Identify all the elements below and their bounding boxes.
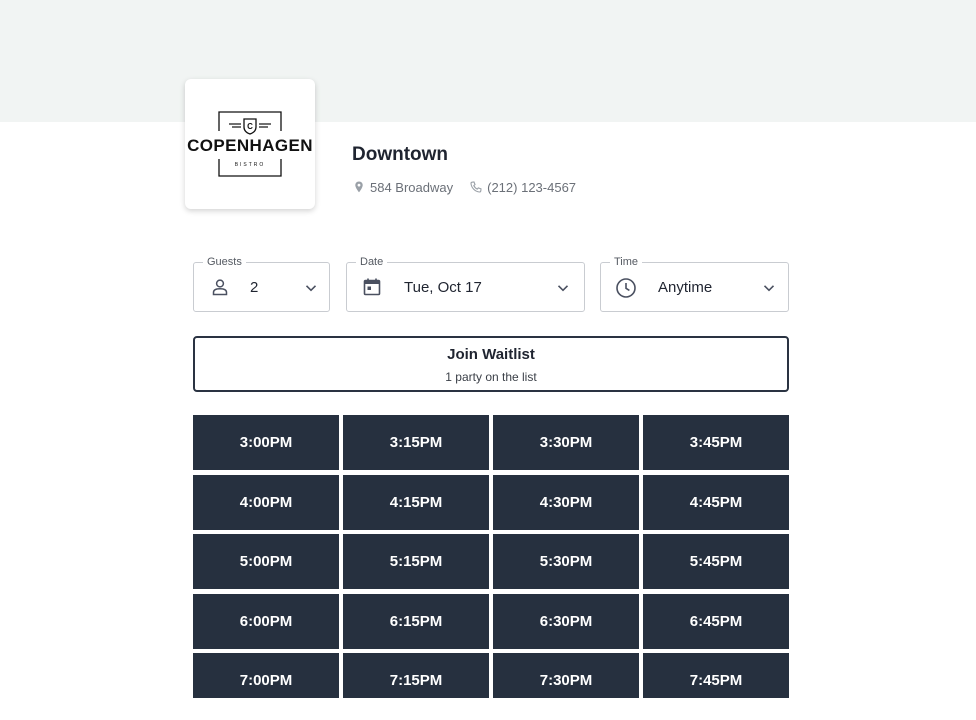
time-slot-button[interactable]: 7:45PM <box>643 653 789 698</box>
guests-select[interactable]: Guests 2 <box>193 255 330 312</box>
time-slot-button[interactable]: 4:00PM <box>193 474 339 530</box>
chevron-down-icon <box>763 285 775 292</box>
calendar-icon <box>363 278 381 296</box>
date-label: Date <box>356 255 388 269</box>
time-slot-button[interactable]: 3:00PM <box>193 415 339 470</box>
time-slot-button[interactable]: 7:30PM <box>493 653 639 698</box>
time-slot-button[interactable]: 5:15PM <box>343 534 489 589</box>
guests-label: Guests <box>203 255 246 269</box>
date-select[interactable]: Date Tue, Oct 17 <box>346 255 585 312</box>
waitlist-title: Join Waitlist <box>447 346 535 363</box>
time-slot-button[interactable]: 3:15PM <box>343 415 489 470</box>
person-icon <box>212 279 228 296</box>
location-name: Downtown <box>352 144 449 165</box>
time-slot-button[interactable]: 7:00PM <box>193 653 339 698</box>
phone-icon <box>470 181 482 193</box>
time-slot-button[interactable]: 4:30PM <box>493 474 639 530</box>
phone-text[interactable]: (212) 123-4567 <box>487 180 576 195</box>
time-slot-button[interactable]: 3:45PM <box>643 415 789 470</box>
address-text: 584 Broadway <box>370 179 454 195</box>
chevron-down-icon <box>557 285 569 292</box>
time-slot-button[interactable]: 6:30PM <box>493 593 639 649</box>
chevron-down-icon <box>305 285 317 292</box>
logo-subtitle: BISTRO <box>234 162 266 168</box>
time-slot-button[interactable]: 5:00PM <box>193 534 339 589</box>
join-waitlist-button[interactable]: Join Waitlist 1 party on the list <box>193 336 789 392</box>
date-value: Tue, Oct 17 <box>404 279 482 296</box>
map-pin-icon <box>355 181 363 193</box>
logo-wordmark: COPENHAGEN <box>185 136 315 156</box>
time-slot-button[interactable]: 6:00PM <box>193 593 339 649</box>
time-slot-button[interactable]: 5:30PM <box>493 534 639 589</box>
time-label: Time <box>610 255 643 269</box>
time-slot-button[interactable]: 7:15PM <box>343 653 489 698</box>
guests-value: 2 <box>250 279 259 296</box>
location-meta: 584 Broadway (212) 123-4567 <box>352 178 576 196</box>
header-band <box>0 0 976 122</box>
time-slot-button[interactable]: 4:15PM <box>343 474 489 530</box>
clock-icon <box>616 278 636 298</box>
logo-badge-letter: C <box>247 122 253 131</box>
restaurant-logo: C COPENHAGEN BISTRO <box>185 79 315 209</box>
time-value: Anytime <box>658 279 713 296</box>
time-slot-button[interactable]: 6:15PM <box>343 593 489 649</box>
waitlist-subtitle: 1 party on the list <box>445 370 537 384</box>
time-slot-button[interactable]: 4:45PM <box>643 474 789 530</box>
time-slot-button[interactable]: 5:45PM <box>643 534 789 589</box>
time-slot-button[interactable]: 6:45PM <box>643 593 789 649</box>
time-slot-button[interactable]: 3:30PM <box>493 415 639 470</box>
time-select[interactable]: Time Anytime <box>600 255 789 312</box>
time-slot-grid: 3:00PM 3:15PM 3:30PM 3:45PM 4:00PM 4:15PM 4:30… <box>193 415 789 698</box>
